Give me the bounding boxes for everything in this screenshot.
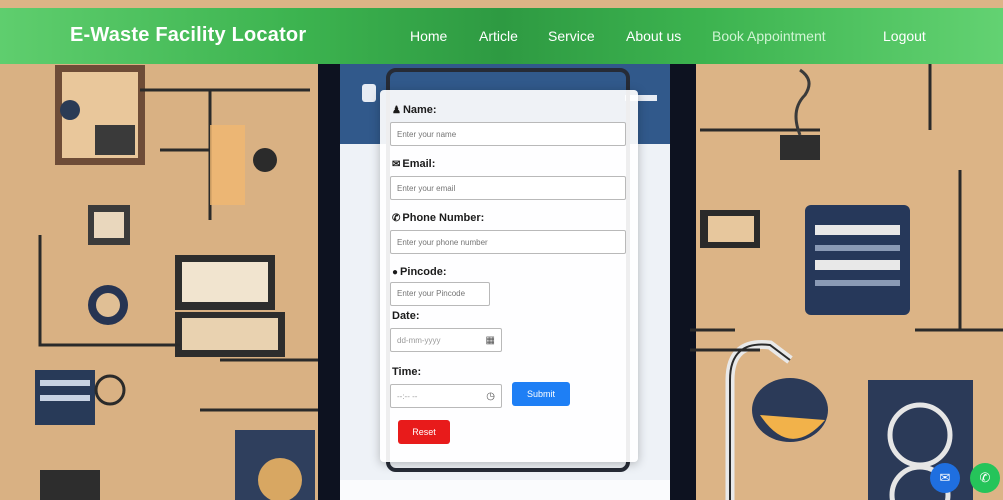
nav-article[interactable]: Article [479, 28, 518, 44]
phone-icon: ✆ [392, 212, 401, 224]
brand-title[interactable]: E-Waste Facility Locator [70, 24, 306, 47]
phone-label: ✆ Phone Number: [392, 212, 484, 224]
email-label-text: Email: [402, 158, 436, 170]
time-placeholder: --:-- -- [397, 391, 418, 401]
time-label: Time: [392, 366, 421, 378]
phone-label-text: Phone Number: [402, 212, 485, 224]
pincode-label: ● Pincode: [392, 266, 447, 278]
appointment-form: ♟ Name: ✉ Email: ✆ Phone Number: ● Pinco… [380, 90, 638, 462]
reset-button[interactable]: Reset [398, 420, 450, 444]
nav-home[interactable]: Home [410, 28, 447, 44]
navbar: E-Waste Facility Locator Home Article Se… [0, 8, 1003, 64]
date-label: Date: [392, 310, 420, 322]
date-input[interactable]: dd-mm-yyyy ▦ [390, 328, 502, 352]
phone-input[interactable] [390, 230, 626, 254]
nav-book-appointment[interactable]: Book Appointment [712, 28, 826, 44]
calendar-icon: ▦ [485, 334, 495, 346]
user-icon: ♟ [392, 104, 401, 116]
email-label: ✉ Email: [392, 158, 435, 170]
nav-logout[interactable]: Logout [883, 28, 926, 44]
nav-about-us[interactable]: About us [626, 28, 681, 44]
pincode-label-text: Pincode: [400, 266, 447, 278]
email-input[interactable] [390, 176, 626, 200]
time-input[interactable]: --:-- -- ◷ [390, 384, 502, 408]
date-label-text: Date: [392, 310, 420, 322]
name-label: ♟ Name: [392, 104, 437, 116]
whatsapp-icon[interactable]: ✆ [970, 463, 1000, 493]
submit-button[interactable]: Submit [512, 382, 570, 406]
name-label-text: Name: [402, 104, 437, 116]
nav-service[interactable]: Service [548, 28, 595, 44]
envelope-icon: ✉ [392, 158, 401, 170]
name-input[interactable] [390, 122, 626, 146]
mail-icon[interactable]: ✉ [930, 463, 960, 493]
clock-icon: ◷ [486, 390, 495, 402]
date-placeholder: dd-mm-yyyy [397, 335, 441, 345]
map-marker-icon: ● [392, 266, 399, 278]
time-label-text: Time: [392, 366, 422, 378]
pincode-input[interactable] [390, 282, 490, 306]
